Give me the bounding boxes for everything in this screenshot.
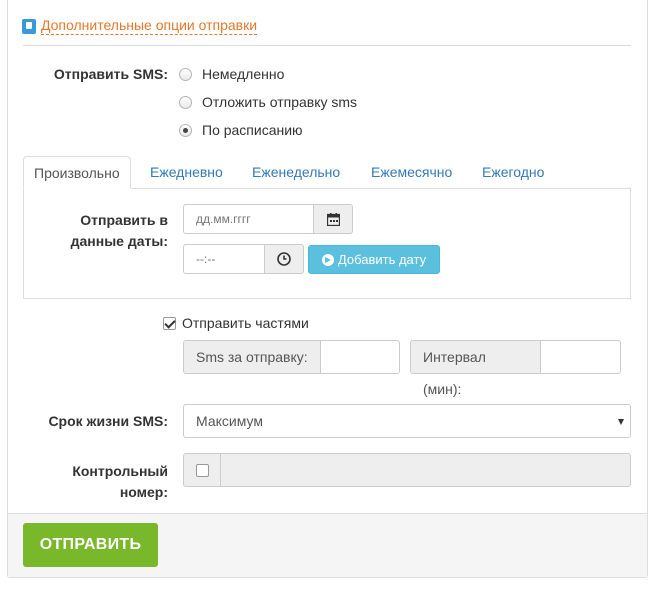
send-dates-label-line1: Отправить в (80, 212, 168, 228)
radio-button[interactable] (179, 95, 192, 109)
radio-delay[interactable]: Отложить отправку sms (179, 94, 357, 110)
submit-button[interactable]: ОТПРАВИТЬ (23, 523, 158, 567)
control-number-checkbox-addon[interactable] (183, 453, 221, 487)
tab-daily[interactable]: Ежедневно (140, 156, 233, 189)
lifetime-select[interactable]: Максимум (183, 404, 631, 438)
send-sms-label: Отправить SMS: (53, 66, 168, 82)
add-date-button[interactable]: Добавить дату (308, 245, 440, 274)
control-number-input (220, 453, 631, 487)
circle-arrow-right-icon (321, 253, 334, 266)
add-date-label: Добавить дату (337, 252, 427, 267)
additional-options-link[interactable]: Дополнительные опции отправки (41, 17, 258, 35)
interval-label: Интервал (мин): (410, 340, 541, 397)
interval-input[interactable] (540, 340, 621, 374)
lifetime-selected-value: Максимум (196, 413, 263, 429)
radio-label: Немедленно (202, 66, 285, 82)
radio-label: По расписанию (202, 122, 303, 138)
control-number-label-line1: Контрольный (72, 463, 168, 479)
send-in-parts-label: Отправить частями (182, 315, 309, 331)
control-number-label-line2: номер: (119, 484, 168, 500)
calendar-button[interactable] (313, 204, 353, 234)
clock-icon (277, 252, 291, 266)
lifetime-label: Срок жизни SMS: (48, 413, 168, 429)
divider (23, 45, 631, 46)
tab-monthly[interactable]: Ежемесячно (361, 156, 462, 189)
send-dates-label: Отправить в данные даты: (24, 210, 168, 252)
control-number-label: Контрольный номер: (24, 461, 168, 503)
additional-options-header[interactable]: Дополнительные опции отправки (22, 16, 258, 36)
calendar-icon (326, 212, 340, 226)
tab-yearly[interactable]: Ежегодно (472, 156, 554, 189)
time-input[interactable] (183, 244, 265, 274)
document-icon (22, 18, 36, 34)
date-input[interactable] (183, 204, 314, 234)
send-in-parts-checkbox[interactable] (163, 316, 176, 330)
tab-arbitrary[interactable]: Произвольно (23, 156, 131, 189)
send-dates-label-line2: данные даты: (70, 233, 168, 249)
sms-per-send-input[interactable] (320, 340, 400, 374)
control-number-checkbox[interactable] (195, 463, 209, 477)
radio-button-checked[interactable] (179, 123, 192, 137)
radio-label: Отложить отправку sms (202, 94, 358, 110)
radio-immediately[interactable]: Немедленно (179, 66, 284, 82)
radio-button[interactable] (179, 67, 192, 81)
clock-button[interactable] (264, 244, 304, 274)
tab-weekly[interactable]: Еженедельно (242, 156, 350, 189)
radio-schedule[interactable]: По расписанию (179, 122, 303, 138)
sms-per-send-label: Sms за отправку: (183, 340, 321, 374)
send-in-parts-row[interactable]: Отправить частями (163, 315, 309, 331)
caret-down-icon (618, 419, 624, 425)
